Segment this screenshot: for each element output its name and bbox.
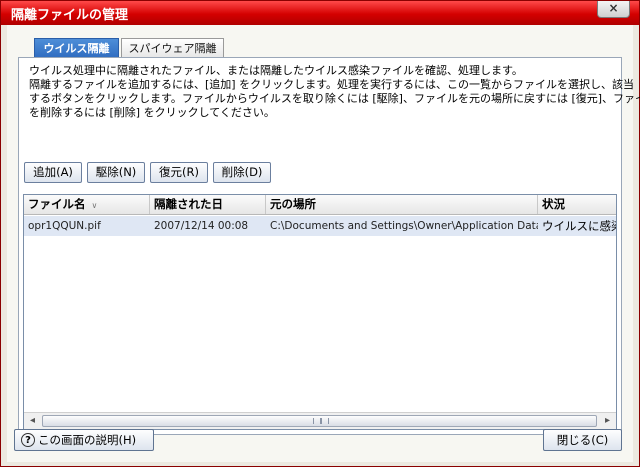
cell-date: 2007/12/14 00:08 [154, 220, 249, 232]
cell-status: ウイルスに感染 [542, 219, 616, 233]
cell-filename: opr1QQUN.pif [28, 220, 101, 232]
column-header-filename[interactable]: ファイル名 ∨ [24, 195, 150, 214]
title-bar[interactable]: 隔離ファイルの管理 × [1, 1, 639, 25]
description-line: を削除するには [削除] をクリックしてください。 [29, 106, 275, 119]
scroll-right-icon[interactable]: ▸ [599, 413, 616, 429]
dialog-body: ウイルス隔離 スパイウェア隔離 ウイルス処理中に隔離されたファイル、または隔離し… [7, 25, 640, 462]
close-icon: × [608, 1, 619, 15]
tab-spyware-quarantine[interactable]: スパイウェア隔離 [121, 38, 224, 58]
column-header-date[interactable]: 隔離された日 [150, 195, 266, 214]
scroll-thumb[interactable] [42, 415, 597, 427]
description-line: 隔離するファイルを追加するには、[追加] をクリックします。処理を実行するには、… [29, 78, 634, 91]
help-icon: ? [21, 432, 35, 447]
clean-button[interactable]: 駆除(N) [87, 162, 145, 183]
cell-location: C:\Documents and Settings\Owner\Applicat… [270, 220, 538, 232]
list-header: ファイル名 ∨ 隔離された日 元の場所 状況 [24, 195, 616, 215]
horizontal-scrollbar[interactable]: ◂ ▸ [24, 412, 616, 429]
help-button-label: この画面の説明(H) [38, 433, 137, 447]
window-close-button[interactable]: × [597, 1, 630, 18]
column-header-status[interactable]: 状況 [538, 195, 616, 214]
restore-button[interactable]: 復元(R) [150, 162, 208, 183]
column-header-location[interactable]: 元の場所 [266, 195, 538, 214]
window-title: 隔離ファイルの管理 [11, 8, 129, 23]
description-line: ウイルス処理中に隔離されたファイル、または隔離したウイルス感染ファイルを確認、処… [29, 64, 523, 77]
tab-virus-quarantine[interactable]: ウイルス隔離 [34, 38, 119, 58]
close-button[interactable]: 閉じる(C) [543, 429, 622, 451]
add-button[interactable]: 追加(A) [24, 162, 82, 183]
delete-button[interactable]: 削除(D) [213, 162, 271, 183]
description: ウイルス処理中に隔離されたファイル、または隔離したウイルス感染ファイルを確認、処… [29, 64, 640, 120]
scroll-left-icon[interactable]: ◂ [24, 413, 41, 429]
sort-chevron-icon: ∨ [91, 201, 98, 210]
quarantine-list[interactable]: ファイル名 ∨ 隔離された日 元の場所 状況 opr1QQUN.pif 2007/… [23, 194, 617, 430]
description-line: するボタンをクリックします。ファイルからウイルスを取り除くには [駆除]、ファイ… [29, 92, 640, 105]
scroll-grip-icon [313, 418, 329, 424]
help-button[interactable]: ? この画面の説明(H) [14, 429, 154, 451]
table-row[interactable]: opr1QQUN.pif 2007/12/14 00:08 C:\Documen… [24, 216, 616, 236]
tab-panel: ウイルス処理中に隔離されたファイル、または隔離したウイルス感染ファイルを確認、処… [18, 57, 640, 435]
quarantine-window: 隔離ファイルの管理 × ウイルス隔離 スパイウェア隔離 ウイルス処理中に隔離され… [0, 0, 640, 467]
